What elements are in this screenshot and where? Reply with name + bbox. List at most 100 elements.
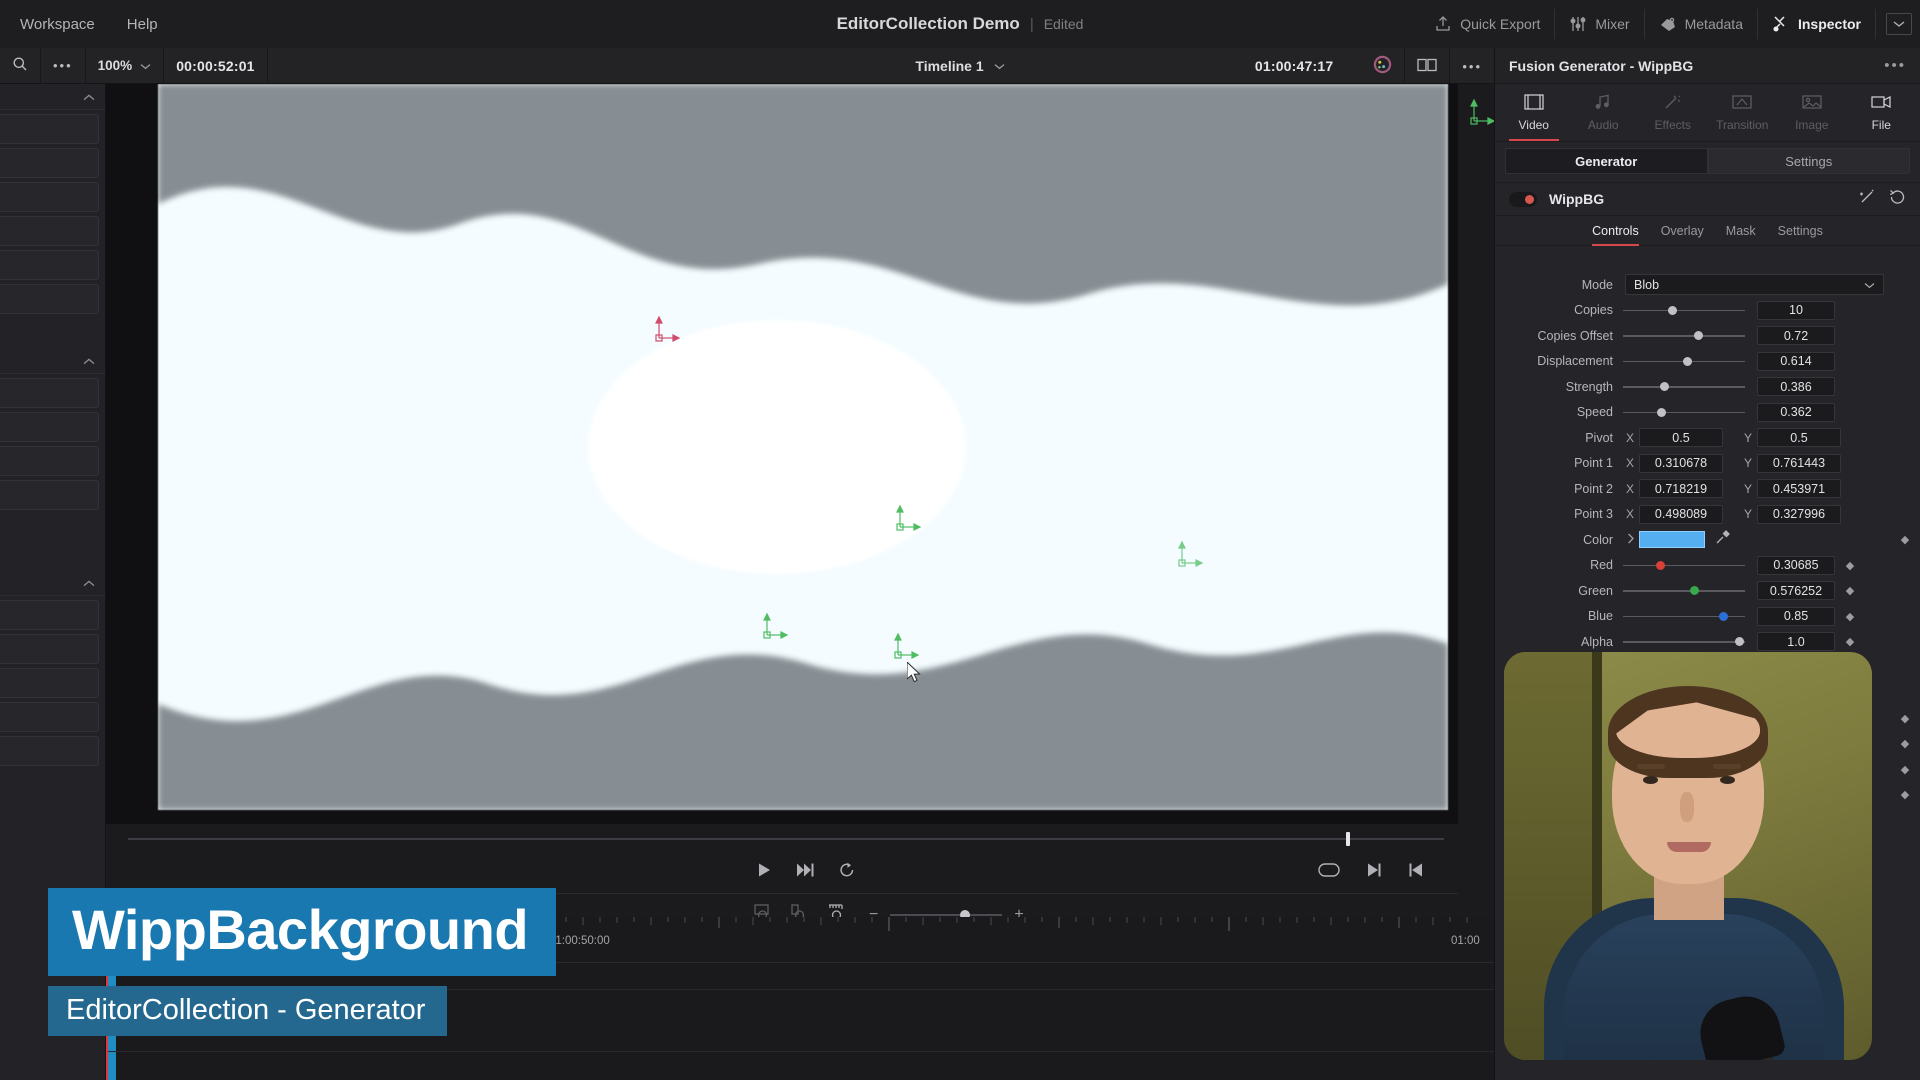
strength-value[interactable]: 0.386	[1757, 377, 1835, 397]
tab-file[interactable]: File	[1847, 84, 1917, 141]
slider-knob[interactable]	[1690, 586, 1699, 596]
sidebar-group-header[interactable]	[0, 348, 105, 374]
tab-image[interactable]: Image	[1777, 84, 1847, 141]
copies-offset-slider[interactable]	[1623, 323, 1745, 348]
blue-slider[interactable]	[1623, 604, 1745, 629]
sub-tab-settings[interactable]: Settings	[1778, 216, 1823, 246]
zoom-level-dropdown[interactable]: 100%	[86, 47, 165, 84]
chevron-right-icon[interactable]	[1623, 533, 1639, 547]
keyframe-icon[interactable]: ◆	[1890, 737, 1920, 750]
slider-knob[interactable]	[1719, 611, 1728, 621]
viewer-scrubber[interactable]	[106, 828, 1458, 850]
keyframe-icon[interactable]: ◆	[1890, 788, 1920, 801]
point1-y-value[interactable]: 0.761443	[1757, 453, 1841, 473]
point3-y-value[interactable]: 0.327996	[1757, 504, 1841, 524]
tab-transition[interactable]: Transition	[1708, 84, 1778, 141]
zoom-slider[interactable]	[890, 910, 1003, 920]
tab-audio[interactable]: Audio	[1569, 84, 1639, 141]
sub-tab-mask[interactable]: Mask	[1726, 216, 1756, 246]
keyframe-icon[interactable]: ◆	[1890, 533, 1920, 546]
source-timecode-field[interactable]: 00:00:52:01	[164, 47, 268, 84]
keyframe-icon[interactable]: ◆	[1890, 712, 1920, 725]
menu-item-workspace[interactable]: Workspace	[8, 12, 107, 37]
menu-item-help[interactable]: Help	[115, 12, 170, 37]
keyframe-icon[interactable]: ◆	[1835, 584, 1865, 597]
list-item[interactable]	[0, 114, 99, 144]
list-item[interactable]	[0, 446, 99, 476]
slider-knob[interactable]	[1656, 560, 1665, 570]
color-wheel-button[interactable]	[1361, 48, 1406, 84]
displacement-value[interactable]: 0.614	[1757, 351, 1835, 371]
strength-slider[interactable]	[1623, 374, 1745, 399]
reset-icon[interactable]	[1889, 189, 1906, 210]
list-item[interactable]	[0, 378, 99, 408]
copies-offset-value[interactable]: 0.72	[1757, 326, 1835, 346]
list-item[interactable]	[0, 412, 99, 442]
list-item[interactable]	[0, 480, 99, 510]
list-item[interactable]	[0, 634, 99, 664]
list-item[interactable]	[0, 736, 99, 766]
list-item[interactable]	[0, 182, 99, 212]
slider-knob[interactable]	[1668, 305, 1677, 315]
red-value[interactable]: 0.30685	[1757, 555, 1835, 575]
keyframe-icon[interactable]: ◆	[1835, 610, 1865, 623]
alpha-slider[interactable]	[1623, 629, 1745, 654]
next-clip-button[interactable]	[796, 862, 814, 883]
list-item[interactable]	[0, 250, 99, 280]
sidebar-group-header[interactable]	[0, 570, 105, 596]
pivot-y-value[interactable]: 0.5	[1757, 428, 1841, 448]
copies-slider[interactable]	[1623, 298, 1745, 323]
inspector-button[interactable]: Inspector	[1758, 9, 1876, 39]
list-item[interactable]	[0, 284, 99, 314]
play-button[interactable]	[756, 862, 772, 883]
list-item[interactable]	[0, 148, 99, 178]
viewer-more-button[interactable]: •••	[1450, 48, 1494, 84]
point2-y-value[interactable]: 0.453971	[1757, 479, 1841, 499]
color-swatch[interactable]	[1639, 531, 1705, 549]
viewer-canvas[interactable]	[106, 84, 1458, 824]
tab-effects[interactable]: Effects	[1638, 84, 1708, 141]
first-frame-button[interactable]	[1408, 862, 1424, 883]
fit-button[interactable]	[1318, 862, 1340, 883]
displacement-slider[interactable]	[1623, 349, 1745, 374]
copies-value[interactable]: 10	[1757, 300, 1835, 320]
pivot-x-value[interactable]: 0.5	[1639, 428, 1723, 448]
metadata-button[interactable]: Metadata	[1645, 9, 1758, 39]
magic-wand-icon[interactable]	[1859, 189, 1877, 210]
green-value[interactable]: 0.576252	[1757, 581, 1835, 601]
slider-knob[interactable]	[1735, 637, 1744, 647]
eyedropper-icon[interactable]	[1715, 529, 1731, 550]
keyframe-icon[interactable]: ◆	[1835, 559, 1865, 572]
speed-value[interactable]: 0.362	[1757, 402, 1835, 422]
keyframe-icon[interactable]: ◆	[1890, 763, 1920, 776]
mixer-button[interactable]: Mixer	[1555, 9, 1645, 39]
keyframe-icon[interactable]: ◆	[1835, 635, 1865, 648]
segment-settings[interactable]: Settings	[1707, 148, 1910, 174]
speed-slider[interactable]	[1623, 400, 1745, 425]
sub-tab-controls[interactable]: Controls	[1592, 216, 1639, 246]
mode-dropdown[interactable]: Blob	[1625, 274, 1884, 296]
record-timecode-field[interactable]: 01:00:47:17	[1227, 48, 1361, 84]
green-slider[interactable]	[1623, 578, 1745, 603]
slider-knob[interactable]	[1660, 382, 1669, 392]
sub-tab-overlay[interactable]: Overlay	[1661, 216, 1704, 246]
list-item[interactable]	[0, 216, 99, 246]
scrubber-playhead[interactable]	[1346, 832, 1350, 846]
point3-x-value[interactable]: 0.498089	[1639, 504, 1723, 524]
segment-generator[interactable]: Generator	[1505, 148, 1708, 174]
viewer-options-button[interactable]: •••	[41, 47, 86, 84]
point1-x-value[interactable]: 0.310678	[1639, 453, 1723, 473]
sidebar-group-header[interactable]	[0, 84, 105, 110]
split-view-button[interactable]	[1405, 48, 1451, 84]
node-enable-toggle[interactable]	[1509, 191, 1537, 207]
inspector-more-icon[interactable]: •••	[1884, 57, 1906, 74]
red-slider[interactable]	[1623, 553, 1745, 578]
last-frame-button[interactable]	[1366, 862, 1382, 883]
loop-button[interactable]	[838, 861, 856, 884]
alpha-value[interactable]: 1.0	[1757, 632, 1835, 652]
list-item[interactable]	[0, 600, 99, 630]
tab-video[interactable]: Video	[1499, 84, 1569, 141]
slider-knob[interactable]	[1694, 331, 1703, 341]
list-item[interactable]	[0, 668, 99, 698]
list-item[interactable]	[0, 702, 99, 732]
